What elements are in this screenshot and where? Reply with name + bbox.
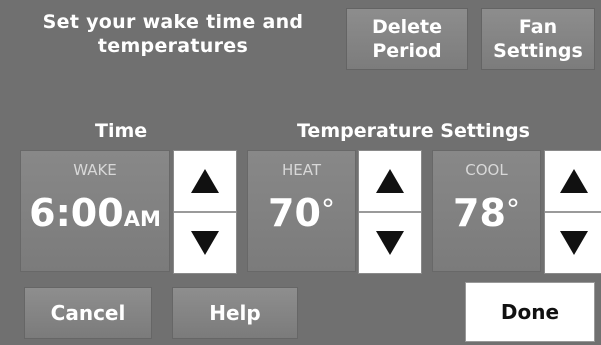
time-section-title: Time (95, 120, 148, 142)
arrow-up-icon (376, 169, 404, 193)
heat-up-button[interactable] (359, 151, 421, 211)
cool-value: 78 (453, 191, 506, 235)
heat-panel[interactable]: HEAT 70° (247, 150, 356, 272)
fan-label-line-2: Settings (493, 40, 583, 62)
title-line-2: temperatures (97, 35, 249, 57)
wake-time-panel[interactable]: WAKE 6:00AM (20, 150, 170, 272)
done-button[interactable]: Done (465, 282, 595, 342)
cool-stepper (544, 150, 601, 274)
fan-settings-button[interactable]: Fan Settings (481, 8, 595, 70)
page-title: Set your wake time and temperatures (14, 10, 332, 58)
wake-time-value: 6:00AM (21, 191, 169, 235)
cool-label: COOL (465, 161, 508, 179)
heat-label: HEAT (281, 161, 322, 179)
thermostat-screen: Set your wake time and temperatures Dele… (0, 0, 601, 345)
title-line-1: Set your wake time and (42, 11, 304, 33)
delete-label-line-2: Period (372, 40, 442, 62)
delete-label-line-1: Delete (371, 16, 443, 38)
arrow-down-icon (559, 231, 588, 255)
cool-down-button[interactable] (545, 213, 601, 273)
wake-time-stepper (173, 150, 237, 274)
cancel-button[interactable]: Cancel (24, 287, 152, 339)
arrow-down-icon (191, 231, 219, 255)
arrow-up-icon (559, 169, 588, 193)
cool-up-button[interactable] (545, 151, 601, 211)
wake-ampm: AM (123, 207, 161, 231)
cool-value-display: 78° (433, 191, 540, 235)
fan-label-line-1: Fan (518, 16, 558, 38)
arrow-up-icon (191, 169, 219, 193)
wake-time: 6:00 (29, 191, 124, 235)
temperature-section-title: Temperature Settings (297, 120, 530, 142)
heat-stepper (358, 150, 422, 274)
heat-value-display: 70° (248, 191, 355, 235)
wake-time-up-button[interactable] (174, 151, 236, 211)
heat-down-button[interactable] (359, 213, 421, 273)
wake-label: WAKE (73, 161, 117, 179)
heat-degree-symbol: ° (320, 193, 335, 226)
cool-panel[interactable]: COOL 78° (432, 150, 541, 272)
delete-period-button[interactable]: Delete Period (346, 8, 468, 70)
help-button[interactable]: Help (172, 287, 298, 339)
wake-time-down-button[interactable] (174, 213, 236, 273)
cool-degree-symbol: ° (505, 193, 520, 226)
arrow-down-icon (376, 231, 404, 255)
heat-value: 70 (268, 191, 321, 235)
